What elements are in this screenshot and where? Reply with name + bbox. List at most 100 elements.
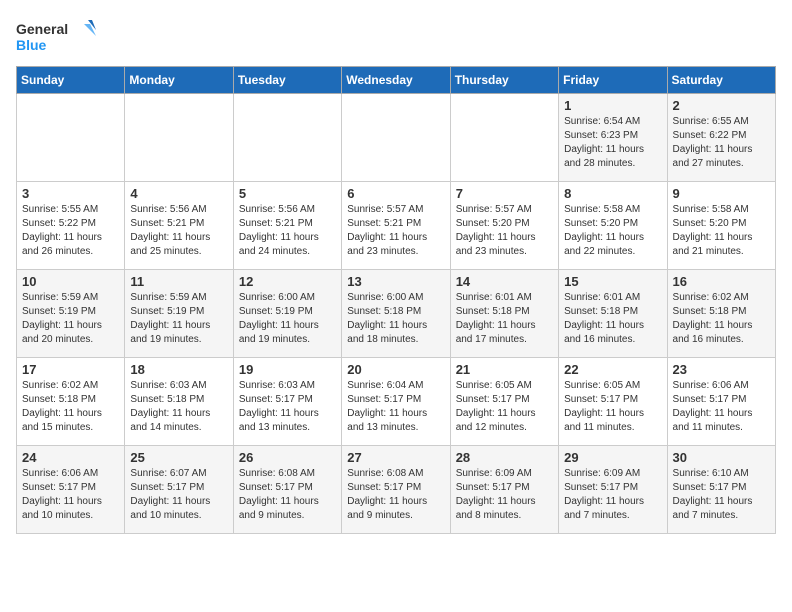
sunset-label: Sunset: 5:19 PM	[22, 306, 96, 317]
sunrise-label: Sunrise: 6:09 AM	[564, 468, 640, 479]
calendar-cell: 28 Sunrise: 6:09 AM Sunset: 5:17 PM Dayl…	[450, 446, 558, 534]
sunset-label: Sunset: 5:18 PM	[22, 394, 96, 405]
daylight-label: Daylight: 11 hours and 9 minutes.	[347, 496, 427, 521]
day-number: 27	[347, 450, 444, 465]
day-number: 30	[673, 450, 770, 465]
day-info: Sunrise: 5:57 AM Sunset: 5:20 PM Dayligh…	[456, 203, 553, 259]
calendar-cell	[17, 94, 125, 182]
day-number: 7	[456, 186, 553, 201]
calendar-cell: 17 Sunrise: 6:02 AM Sunset: 5:18 PM Dayl…	[17, 358, 125, 446]
day-number: 26	[239, 450, 336, 465]
calendar-cell: 8 Sunrise: 5:58 AM Sunset: 5:20 PM Dayli…	[559, 182, 667, 270]
sunset-label: Sunset: 5:17 PM	[673, 394, 747, 405]
calendar-cell: 30 Sunrise: 6:10 AM Sunset: 5:17 PM Dayl…	[667, 446, 775, 534]
sunrise-label: Sunrise: 6:10 AM	[673, 468, 749, 479]
day-info: Sunrise: 5:58 AM Sunset: 5:20 PM Dayligh…	[673, 203, 770, 259]
day-number: 16	[673, 274, 770, 289]
calendar-cell: 21 Sunrise: 6:05 AM Sunset: 5:17 PM Dayl…	[450, 358, 558, 446]
calendar-cell: 27 Sunrise: 6:08 AM Sunset: 5:17 PM Dayl…	[342, 446, 450, 534]
calendar-cell	[342, 94, 450, 182]
sunset-label: Sunset: 5:21 PM	[130, 218, 204, 229]
calendar-week-2: 3 Sunrise: 5:55 AM Sunset: 5:22 PM Dayli…	[17, 182, 776, 270]
calendar-cell: 11 Sunrise: 5:59 AM Sunset: 5:19 PM Dayl…	[125, 270, 233, 358]
day-info: Sunrise: 6:08 AM Sunset: 5:17 PM Dayligh…	[347, 467, 444, 523]
day-number: 5	[239, 186, 336, 201]
sunrise-label: Sunrise: 5:57 AM	[456, 204, 532, 215]
daylight-label: Daylight: 11 hours and 18 minutes.	[347, 320, 427, 345]
day-info: Sunrise: 6:00 AM Sunset: 5:19 PM Dayligh…	[239, 291, 336, 347]
day-number: 14	[456, 274, 553, 289]
sunset-label: Sunset: 5:17 PM	[564, 394, 638, 405]
calendar-cell: 24 Sunrise: 6:06 AM Sunset: 5:17 PM Dayl…	[17, 446, 125, 534]
calendar-header-row: SundayMondayTuesdayWednesdayThursdayFrid…	[17, 67, 776, 94]
sunset-label: Sunset: 5:18 PM	[347, 306, 421, 317]
day-info: Sunrise: 6:03 AM Sunset: 5:17 PM Dayligh…	[239, 379, 336, 435]
calendar-cell: 22 Sunrise: 6:05 AM Sunset: 5:17 PM Dayl…	[559, 358, 667, 446]
calendar-cell: 3 Sunrise: 5:55 AM Sunset: 5:22 PM Dayli…	[17, 182, 125, 270]
sunset-label: Sunset: 5:21 PM	[239, 218, 313, 229]
daylight-label: Daylight: 11 hours and 25 minutes.	[130, 232, 210, 257]
calendar-cell: 16 Sunrise: 6:02 AM Sunset: 5:18 PM Dayl…	[667, 270, 775, 358]
calendar-cell: 7 Sunrise: 5:57 AM Sunset: 5:20 PM Dayli…	[450, 182, 558, 270]
day-info: Sunrise: 6:01 AM Sunset: 5:18 PM Dayligh…	[564, 291, 661, 347]
day-info: Sunrise: 6:10 AM Sunset: 5:17 PM Dayligh…	[673, 467, 770, 523]
daylight-label: Daylight: 11 hours and 7 minutes.	[673, 496, 753, 521]
calendar-cell: 13 Sunrise: 6:00 AM Sunset: 5:18 PM Dayl…	[342, 270, 450, 358]
day-number: 22	[564, 362, 661, 377]
day-info: Sunrise: 5:59 AM Sunset: 5:19 PM Dayligh…	[22, 291, 119, 347]
daylight-label: Daylight: 11 hours and 10 minutes.	[22, 496, 102, 521]
sunset-label: Sunset: 5:18 PM	[456, 306, 530, 317]
sunrise-label: Sunrise: 6:03 AM	[130, 380, 206, 391]
calendar-week-3: 10 Sunrise: 5:59 AM Sunset: 5:19 PM Dayl…	[17, 270, 776, 358]
calendar-week-4: 17 Sunrise: 6:02 AM Sunset: 5:18 PM Dayl…	[17, 358, 776, 446]
calendar-body: 1 Sunrise: 6:54 AM Sunset: 6:23 PM Dayli…	[17, 94, 776, 534]
sunset-label: Sunset: 5:18 PM	[564, 306, 638, 317]
sunrise-label: Sunrise: 5:56 AM	[239, 204, 315, 215]
calendar-cell: 15 Sunrise: 6:01 AM Sunset: 5:18 PM Dayl…	[559, 270, 667, 358]
calendar-header-saturday: Saturday	[667, 67, 775, 94]
sunrise-label: Sunrise: 6:00 AM	[239, 292, 315, 303]
day-info: Sunrise: 5:58 AM Sunset: 5:20 PM Dayligh…	[564, 203, 661, 259]
day-info: Sunrise: 5:59 AM Sunset: 5:19 PM Dayligh…	[130, 291, 227, 347]
page-header: General Blue	[16, 16, 776, 56]
day-info: Sunrise: 5:56 AM Sunset: 5:21 PM Dayligh…	[130, 203, 227, 259]
sunrise-label: Sunrise: 6:08 AM	[239, 468, 315, 479]
day-number: 20	[347, 362, 444, 377]
sunrise-label: Sunrise: 6:02 AM	[22, 380, 98, 391]
sunrise-label: Sunrise: 6:06 AM	[673, 380, 749, 391]
calendar-header-tuesday: Tuesday	[233, 67, 341, 94]
calendar-cell: 14 Sunrise: 6:01 AM Sunset: 5:18 PM Dayl…	[450, 270, 558, 358]
daylight-label: Daylight: 11 hours and 13 minutes.	[347, 408, 427, 433]
day-number: 12	[239, 274, 336, 289]
sunset-label: Sunset: 5:17 PM	[22, 482, 96, 493]
sunrise-label: Sunrise: 6:07 AM	[130, 468, 206, 479]
day-number: 17	[22, 362, 119, 377]
calendar-week-5: 24 Sunrise: 6:06 AM Sunset: 5:17 PM Dayl…	[17, 446, 776, 534]
sunset-label: Sunset: 5:17 PM	[347, 482, 421, 493]
calendar-header-wednesday: Wednesday	[342, 67, 450, 94]
daylight-label: Daylight: 11 hours and 22 minutes.	[564, 232, 644, 257]
day-number: 4	[130, 186, 227, 201]
daylight-label: Daylight: 11 hours and 28 minutes.	[564, 144, 644, 169]
sunset-label: Sunset: 5:17 PM	[130, 482, 204, 493]
sunrise-label: Sunrise: 5:58 AM	[564, 204, 640, 215]
sunrise-label: Sunrise: 6:00 AM	[347, 292, 423, 303]
sunset-label: Sunset: 5:18 PM	[673, 306, 747, 317]
day-number: 24	[22, 450, 119, 465]
day-number: 13	[347, 274, 444, 289]
daylight-label: Daylight: 11 hours and 20 minutes.	[22, 320, 102, 345]
day-number: 10	[22, 274, 119, 289]
day-info: Sunrise: 6:02 AM Sunset: 5:18 PM Dayligh…	[22, 379, 119, 435]
calendar-cell: 6 Sunrise: 5:57 AM Sunset: 5:21 PM Dayli…	[342, 182, 450, 270]
sunset-label: Sunset: 5:20 PM	[564, 218, 638, 229]
day-info: Sunrise: 6:03 AM Sunset: 5:18 PM Dayligh…	[130, 379, 227, 435]
day-number: 23	[673, 362, 770, 377]
sunrise-label: Sunrise: 6:01 AM	[456, 292, 532, 303]
sunrise-label: Sunrise: 6:04 AM	[347, 380, 423, 391]
day-info: Sunrise: 6:04 AM Sunset: 5:17 PM Dayligh…	[347, 379, 444, 435]
day-number: 19	[239, 362, 336, 377]
calendar-cell: 18 Sunrise: 6:03 AM Sunset: 5:18 PM Dayl…	[125, 358, 233, 446]
day-info: Sunrise: 6:09 AM Sunset: 5:17 PM Dayligh…	[564, 467, 661, 523]
day-number: 18	[130, 362, 227, 377]
calendar-cell: 10 Sunrise: 5:59 AM Sunset: 5:19 PM Dayl…	[17, 270, 125, 358]
